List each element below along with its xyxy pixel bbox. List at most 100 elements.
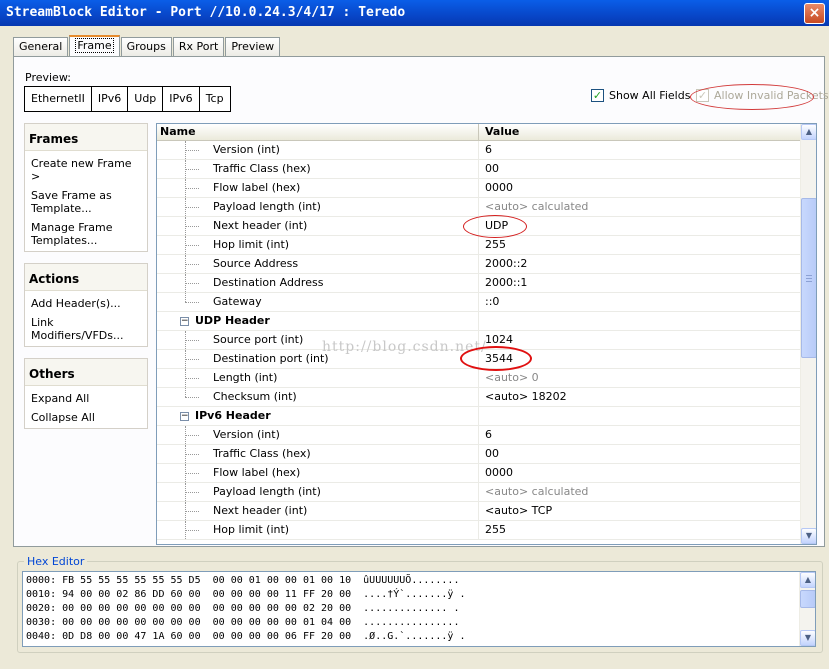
grid-scrollbar[interactable]: ▲ ▼ [800, 124, 816, 544]
scroll-thumb[interactable] [801, 198, 816, 358]
hex-line: 0040: 0D D8 00 00 47 1A 60 00 00 00 00 0… [26, 631, 466, 642]
window-title: StreamBlock Editor - Port //10.0.24.3/4/… [6, 5, 406, 20]
tab-groups[interactable]: Groups [120, 37, 172, 56]
table-row[interactable]: Payload length (int) <auto> calculated [157, 483, 802, 502]
sidebar-group-frames: Frames Create new Frame > Save Frame as … [24, 123, 148, 252]
scroll-down-icon[interactable]: ▼ [800, 630, 815, 646]
table-row[interactable]: Source Address 2000::2 [157, 255, 802, 274]
field-name: Hop limit (int) [213, 238, 290, 251]
field-value[interactable]: 00 [479, 445, 802, 463]
field-value[interactable]: 6 [479, 426, 802, 444]
table-row[interactable]: Payload length (int) <auto> calculated [157, 198, 802, 217]
field-value[interactable]: 2000::2 [479, 255, 802, 273]
field-value[interactable]: 00 [479, 160, 802, 178]
save-frame-template-link[interactable]: Save Frame as Template... [25, 186, 147, 218]
tab-preview[interactable]: Preview [225, 37, 281, 56]
manage-frame-templates-link[interactable]: Manage Frame Templates... [25, 218, 147, 251]
tab-rx-port[interactable]: Rx Port [172, 37, 225, 56]
link-modifiers-link[interactable]: Link Modifiers/VFDs... [25, 313, 147, 346]
scroll-down-icon[interactable]: ▼ [801, 528, 816, 544]
field-value[interactable]: <auto> calculated [479, 483, 802, 501]
field-name: Next header (int) [213, 504, 308, 517]
field-name: Next header (int) [213, 219, 308, 232]
header-name: UDP Header [195, 314, 270, 327]
packet-udp[interactable]: Udp [127, 86, 164, 112]
watermark: http://blog.csdn.net/ [322, 339, 487, 355]
hex-scrollbar[interactable]: ▲ ▼ [799, 572, 815, 646]
expand-all-link[interactable]: Expand All [25, 386, 147, 408]
table-row[interactable]: Flow label (hex) 0000 [157, 179, 802, 198]
table-row[interactable]: Version (int) 6 [157, 426, 802, 445]
field-name: Destination port (int) [213, 352, 329, 365]
name-column-header[interactable]: Name [157, 124, 479, 140]
field-value[interactable]: <auto> calculated [479, 198, 802, 216]
sidebar: Frames Create new Frame > Save Frame as … [24, 123, 148, 440]
field-value[interactable]: <auto> 0 [479, 369, 802, 387]
sidebar-others-title: Others [25, 359, 147, 386]
collapse-icon[interactable]: − [180, 412, 189, 421]
checkmark-icon: ✓ [696, 89, 709, 102]
hex-line: 0010: 94 00 00 02 86 DD 60 00 00 00 00 0… [26, 589, 466, 600]
field-value[interactable]: 6 [479, 141, 802, 159]
field-value[interactable]: 0000 [479, 464, 802, 482]
field-grid: Name Value Version (int) 6 Traffic Class … [156, 123, 817, 545]
table-row[interactable]: Destination Address 2000::1 [157, 274, 802, 293]
field-name: Traffic Class (hex) [213, 162, 311, 175]
table-row[interactable]: Next header (int) <auto> TCP [157, 502, 802, 521]
tab-strip: General Frame Groups Rx Port Preview [13, 35, 281, 56]
field-value[interactable]: 2000::1 [479, 274, 802, 292]
field-value[interactable]: <auto> TCP [479, 502, 802, 520]
table-row[interactable]: − UDP Header [157, 312, 802, 331]
collapse-icon[interactable]: − [180, 317, 189, 326]
window-titlebar: StreamBlock Editor - Port //10.0.24.3/4/… [0, 0, 829, 26]
scroll-up-icon[interactable]: ▲ [801, 124, 816, 140]
table-row[interactable]: Flow label (hex) 0000 [157, 464, 802, 483]
packet-ipv6-outer[interactable]: IPv6 [90, 86, 129, 112]
field-name: Gateway [213, 295, 262, 308]
table-row[interactable]: Traffic Class (hex) 00 [157, 445, 802, 464]
checkmark-icon: ✓ [591, 89, 604, 102]
field-value[interactable]: ::0 [479, 293, 802, 311]
hex-editor-label: Hex Editor [24, 555, 88, 568]
scroll-thumb[interactable] [800, 590, 815, 608]
field-name: Flow label (hex) [213, 466, 301, 479]
packet-ethernetii[interactable]: EthernetII [24, 86, 92, 112]
field-value[interactable]: 255 [479, 521, 802, 539]
table-row[interactable]: Checksum (int) <auto> 18202 [157, 388, 802, 407]
create-new-frame-link[interactable]: Create new Frame > [25, 151, 147, 186]
tab-general[interactable]: General [13, 37, 69, 56]
field-value[interactable]: <auto> 18202 [479, 388, 802, 406]
close-button[interactable]: × [804, 3, 825, 24]
hex-line: 0030: 00 00 00 00 00 00 00 00 00 00 00 0… [26, 617, 460, 628]
collapse-all-link[interactable]: Collapse All [25, 408, 147, 428]
table-row[interactable]: − IPv6 Header [157, 407, 802, 426]
tab-frame-label: Frame [75, 38, 114, 53]
field-name: Destination Address [213, 276, 324, 289]
table-row[interactable]: Gateway::0 [157, 293, 802, 312]
field-name: Version (int) [213, 143, 280, 156]
value-column-header[interactable]: Value [479, 124, 802, 140]
tab-frame[interactable]: Frame [69, 35, 120, 56]
header-name: IPv6 Header [195, 409, 271, 422]
packet-ipv6-inner[interactable]: IPv6 [162, 86, 200, 112]
allow-invalid-packets-label: Allow Invalid Packets [714, 89, 829, 102]
allow-invalid-packets-checkbox[interactable]: ✓ Allow Invalid Packets [696, 89, 829, 102]
field-value[interactable]: 0000 [479, 179, 802, 197]
table-row[interactable]: Version (int) 6 [157, 141, 802, 160]
field-value[interactable]: 255 [479, 236, 802, 254]
add-headers-link[interactable]: Add Header(s)... [25, 291, 147, 313]
table-row[interactable]: Next header (int) UDP [157, 217, 802, 236]
field-value[interactable]: 3544 [479, 350, 802, 368]
show-all-fields-label: Show All Fields [609, 89, 691, 102]
field-value[interactable]: UDP [479, 217, 802, 235]
packet-tcp[interactable]: Tcp [198, 86, 231, 112]
table-row[interactable]: Hop limit (int) 255 [157, 236, 802, 255]
field-value[interactable]: 1024 [479, 331, 802, 349]
table-row[interactable]: Traffic Class (hex) 00 [157, 160, 802, 179]
scroll-up-icon[interactable]: ▲ [800, 572, 815, 588]
hex-editor[interactable]: 0000: FB 55 55 55 55 55 55 D5 00 00 01 0… [22, 571, 816, 647]
packet-preview: EthernetII IPv6 Udp IPv6 Tcp [24, 86, 231, 112]
table-row[interactable]: Length (int) <auto> 0 [157, 369, 802, 388]
table-row[interactable]: Hop limit (int) 255 [157, 521, 802, 540]
show-all-fields-checkbox[interactable]: ✓ Show All Fields [591, 89, 690, 102]
